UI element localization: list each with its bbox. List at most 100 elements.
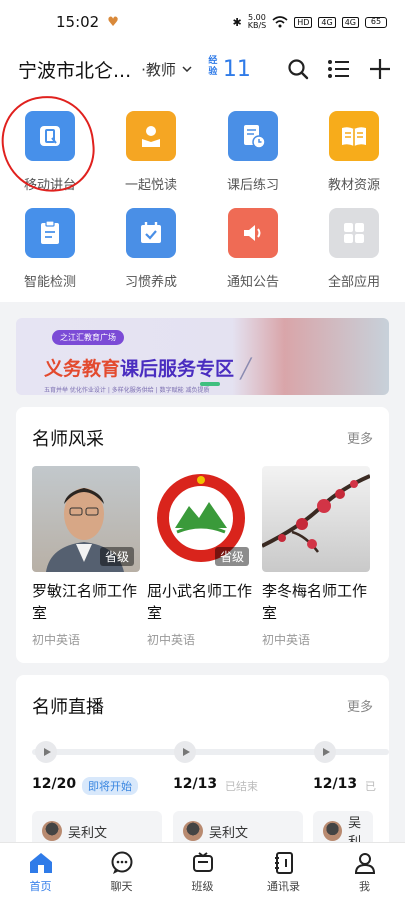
grid-four-icon xyxy=(329,208,379,258)
carousel-indicator xyxy=(200,382,220,386)
banner-title: 义务教育课后服务专区 ╱ xyxy=(44,358,252,380)
xp-badge-icon: 经验 xyxy=(208,56,218,77)
tab-label: 我 xyxy=(359,880,370,893)
tab-label: 班级 xyxy=(191,880,214,893)
play-icon[interactable] xyxy=(35,741,57,763)
search-icon[interactable] xyxy=(287,58,309,80)
promo-banner[interactable]: 之江汇教育广场 义务教育课后服务专区 ╱ 五育并举 优化作业设计 | 多样化服务… xyxy=(16,318,389,395)
live-date: 12/13 xyxy=(173,776,218,792)
tab-label: 首页 xyxy=(29,880,52,893)
status-bar: 15:02 ♥ ✱ 5.00 KB/S HD 4G 4G 65 xyxy=(0,0,405,44)
reading-person-icon xyxy=(126,111,176,161)
banner-title-part-b: 课后服务专区 xyxy=(120,358,235,380)
app-label: 课后练习 xyxy=(226,178,279,193)
live-date: 12/13 xyxy=(313,776,358,792)
list-menu-icon[interactable] xyxy=(327,58,351,80)
live-status: 已结束 xyxy=(225,780,258,793)
live-date: 12/20 xyxy=(32,776,77,792)
chevron-down-icon xyxy=(182,66,192,72)
app-label: 智能检测 xyxy=(23,275,76,290)
tab-label: 聊天 xyxy=(110,880,133,893)
app-homework[interactable]: 课后练习 xyxy=(203,111,303,193)
bluetooth-icon: ✱ xyxy=(232,15,242,29)
teacher-name: 屈小武名师工作室 xyxy=(147,582,253,622)
tab-me[interactable]: 我 xyxy=(324,843,405,900)
teacher-subject: 初中英语 xyxy=(32,633,81,647)
app-notices[interactable]: 通知公告 xyxy=(203,208,303,290)
hd-badge: HD xyxy=(294,16,313,28)
app-label: 一起悦读 xyxy=(124,178,177,193)
section-title: 名师直播 xyxy=(32,697,104,718)
app-reading-together[interactable]: 一起悦读 xyxy=(101,111,201,193)
contacts-book-icon xyxy=(274,852,293,874)
role-selector[interactable]: ·教师 xyxy=(141,59,192,80)
chat-bubble-icon xyxy=(111,851,132,874)
status-time: 15:02 xyxy=(56,13,100,31)
teacher-photo: 省级 xyxy=(32,466,140,572)
signal-1-icon: 4G xyxy=(318,16,336,28)
calendar-check-icon xyxy=(126,208,176,258)
teacher-name: 罗敏江名师工作室 xyxy=(32,582,138,622)
avatar xyxy=(183,821,203,841)
live-status: 已 xyxy=(365,780,376,793)
net-speed-unit: KB/S xyxy=(247,21,267,30)
teachers-section: 名师风采 更多 省级 罗敏江名师工作室 初中英语 省级 屈小武名师工作室 初中英… xyxy=(16,407,389,663)
school-name[interactable]: 宁波市北仑... xyxy=(18,56,131,83)
xp-value: 11 xyxy=(222,56,251,82)
app-label: 通知公告 xyxy=(226,275,279,290)
avatar xyxy=(42,821,62,841)
live-section: 名师直播 更多 12/20 即将开始 12/13 已结束 12/13 已 吴利文… xyxy=(16,675,389,855)
level-badge: 省级 xyxy=(99,547,134,566)
play-icon[interactable] xyxy=(314,741,336,763)
plum-blossom-image xyxy=(262,466,370,572)
experience-points[interactable]: 经验 11 xyxy=(206,56,251,82)
banner-title-part-a: 义务教育 xyxy=(44,358,121,380)
app-label: 移动讲台 xyxy=(23,178,76,193)
top-header: 宁波市北仑... ·教师 经验 11 xyxy=(0,44,405,94)
teacher-card[interactable]: 省级 罗敏江名师工作室 初中英语 xyxy=(32,466,142,648)
more-link[interactable]: 更多 xyxy=(347,428,373,447)
app-grid: 移动讲台 一起悦读 课后练习 教材资源 智能检测 习惯养成 通知公告 全部应用 xyxy=(0,94,405,302)
app-label: 全部应用 xyxy=(327,275,380,290)
teacher-logo: 省级 xyxy=(147,466,255,572)
app-smart-detection[interactable]: 智能检测 xyxy=(0,208,100,290)
level-badge: 省级 xyxy=(214,547,249,566)
home-icon xyxy=(29,853,52,873)
live-teacher: 吴利文 xyxy=(209,825,249,841)
homework-clock-icon xyxy=(228,111,278,161)
live-status: 即将开始 xyxy=(82,777,138,795)
role-label: ·教师 xyxy=(141,60,176,79)
wifi-icon xyxy=(272,16,288,28)
tab-contacts[interactable]: 通讯录 xyxy=(243,843,324,900)
clipboard-icon xyxy=(25,208,75,258)
banner-subtitle: 五育并举 优化作业设计 | 多样化服务供给 | 数字赋能 减负提质 xyxy=(44,387,210,394)
signal-2-icon: 4G xyxy=(341,16,359,28)
app-habit-building[interactable]: 习惯养成 xyxy=(101,208,201,290)
app-mobile-podium[interactable]: 移动讲台 xyxy=(0,111,100,193)
app-label: 习惯养成 xyxy=(124,275,177,290)
tab-label: 通讯录 xyxy=(267,880,300,893)
play-icon[interactable] xyxy=(174,741,196,763)
teacher-card[interactable]: 省级 屈小武名师工作室 初中英语 xyxy=(147,466,257,648)
more-link[interactable]: 更多 xyxy=(347,696,373,715)
teacher-subject: 初中英语 xyxy=(147,633,196,647)
app-all-apps[interactable]: 全部应用 xyxy=(304,208,404,290)
speaker-icon xyxy=(228,208,278,258)
plus-icon[interactable] xyxy=(369,58,391,80)
tab-chat[interactable]: 聊天 xyxy=(81,843,162,900)
tab-class[interactable]: 班级 xyxy=(162,843,243,900)
teacher-card[interactable]: 李冬梅名师工作室 初中英语 xyxy=(262,466,372,648)
teacher-subject: 初中英语 xyxy=(262,633,311,647)
status-icons: ✱ 5.00 KB/S HD 4G 4G 65 xyxy=(232,14,387,30)
app-label: 教材资源 xyxy=(327,178,380,193)
mobile-podium-icon xyxy=(25,111,75,161)
live-teacher: 吴利文 xyxy=(68,825,108,841)
class-board-icon xyxy=(192,852,213,872)
section-title: 名师风采 xyxy=(32,429,104,450)
app-textbook-resources[interactable]: 教材资源 xyxy=(304,111,404,193)
heart-icon: ♥ xyxy=(107,14,119,30)
battery-icon: 65 xyxy=(365,16,387,28)
tab-home[interactable]: 首页 xyxy=(0,843,81,900)
banner-tag: 之江汇教育广场 xyxy=(52,330,124,345)
bottom-tab-bar: 首页 聊天 班级 通讯录 我 xyxy=(0,842,405,900)
